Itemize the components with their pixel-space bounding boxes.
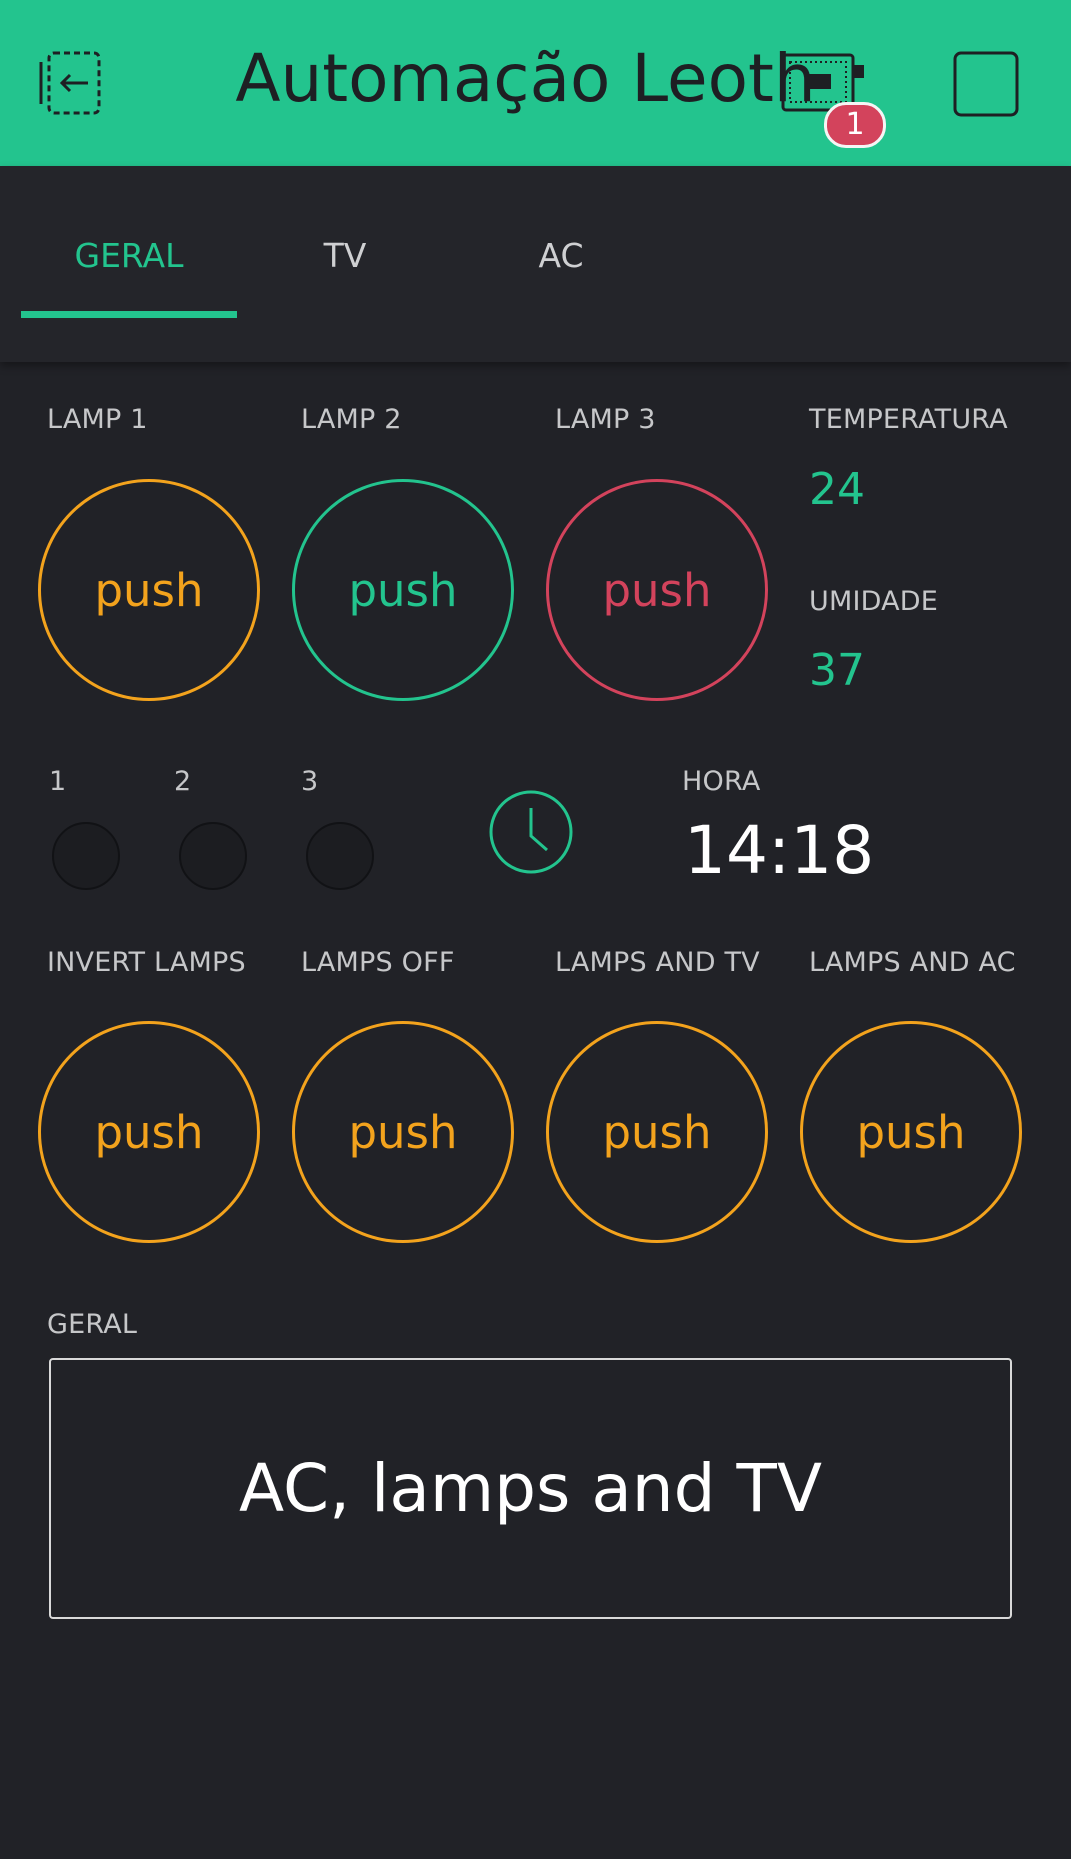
app-header: Automação Leoth 1	[0, 0, 1071, 166]
time-label: HORA	[682, 766, 761, 797]
tab-tv[interactable]: TV	[237, 236, 453, 275]
lamp1-label: LAMP 1	[47, 404, 148, 435]
app-title: Automação Leoth	[235, 40, 816, 117]
tab-geral[interactable]: GERAL	[21, 236, 237, 275]
time-value: 14:18	[684, 812, 875, 889]
led-2	[179, 822, 247, 890]
clock-icon	[487, 788, 575, 880]
notification-badge: 1	[824, 102, 886, 148]
temperature-value: 24	[809, 464, 865, 515]
lamps-and-ac-label: LAMPS AND AC	[809, 947, 1016, 978]
lamps-and-tv-push-button[interactable]: push	[546, 1021, 768, 1243]
lamp2-label: LAMP 2	[301, 404, 402, 435]
led-1	[52, 822, 120, 890]
temperature-label: TEMPERATURA	[809, 404, 1008, 435]
geral-display-value: AC, lamps and TV	[239, 1450, 822, 1527]
lamp1-push-button[interactable]: push	[38, 479, 260, 701]
tab-ac[interactable]: AC	[453, 236, 669, 275]
lamps-and-tv-label: LAMPS AND TV	[555, 947, 760, 978]
invert-lamps-label: INVERT LAMPS	[47, 947, 246, 978]
led1-label: 1	[49, 766, 67, 797]
led3-label: 3	[301, 766, 319, 797]
led-3	[306, 822, 374, 890]
lamps-off-label: LAMPS OFF	[301, 947, 455, 978]
tab-indicator	[21, 311, 237, 318]
invert-lamps-push-button[interactable]: push	[38, 1021, 260, 1243]
led2-label: 2	[174, 766, 192, 797]
lamp2-push-button[interactable]: push	[292, 479, 514, 701]
lamp3-push-button[interactable]: push	[546, 479, 768, 701]
geral-display: AC, lamps and TV	[49, 1358, 1012, 1619]
lamps-and-ac-push-button[interactable]: push	[800, 1021, 1022, 1243]
square-icon	[953, 51, 1019, 117]
humidity-label: UMIDADE	[809, 586, 939, 617]
humidity-value: 37	[809, 645, 865, 696]
lamps-off-push-button[interactable]: push	[292, 1021, 514, 1243]
lamp3-label: LAMP 3	[555, 404, 656, 435]
geral-display-label: GERAL	[47, 1309, 138, 1340]
stop-button[interactable]	[952, 50, 1020, 118]
